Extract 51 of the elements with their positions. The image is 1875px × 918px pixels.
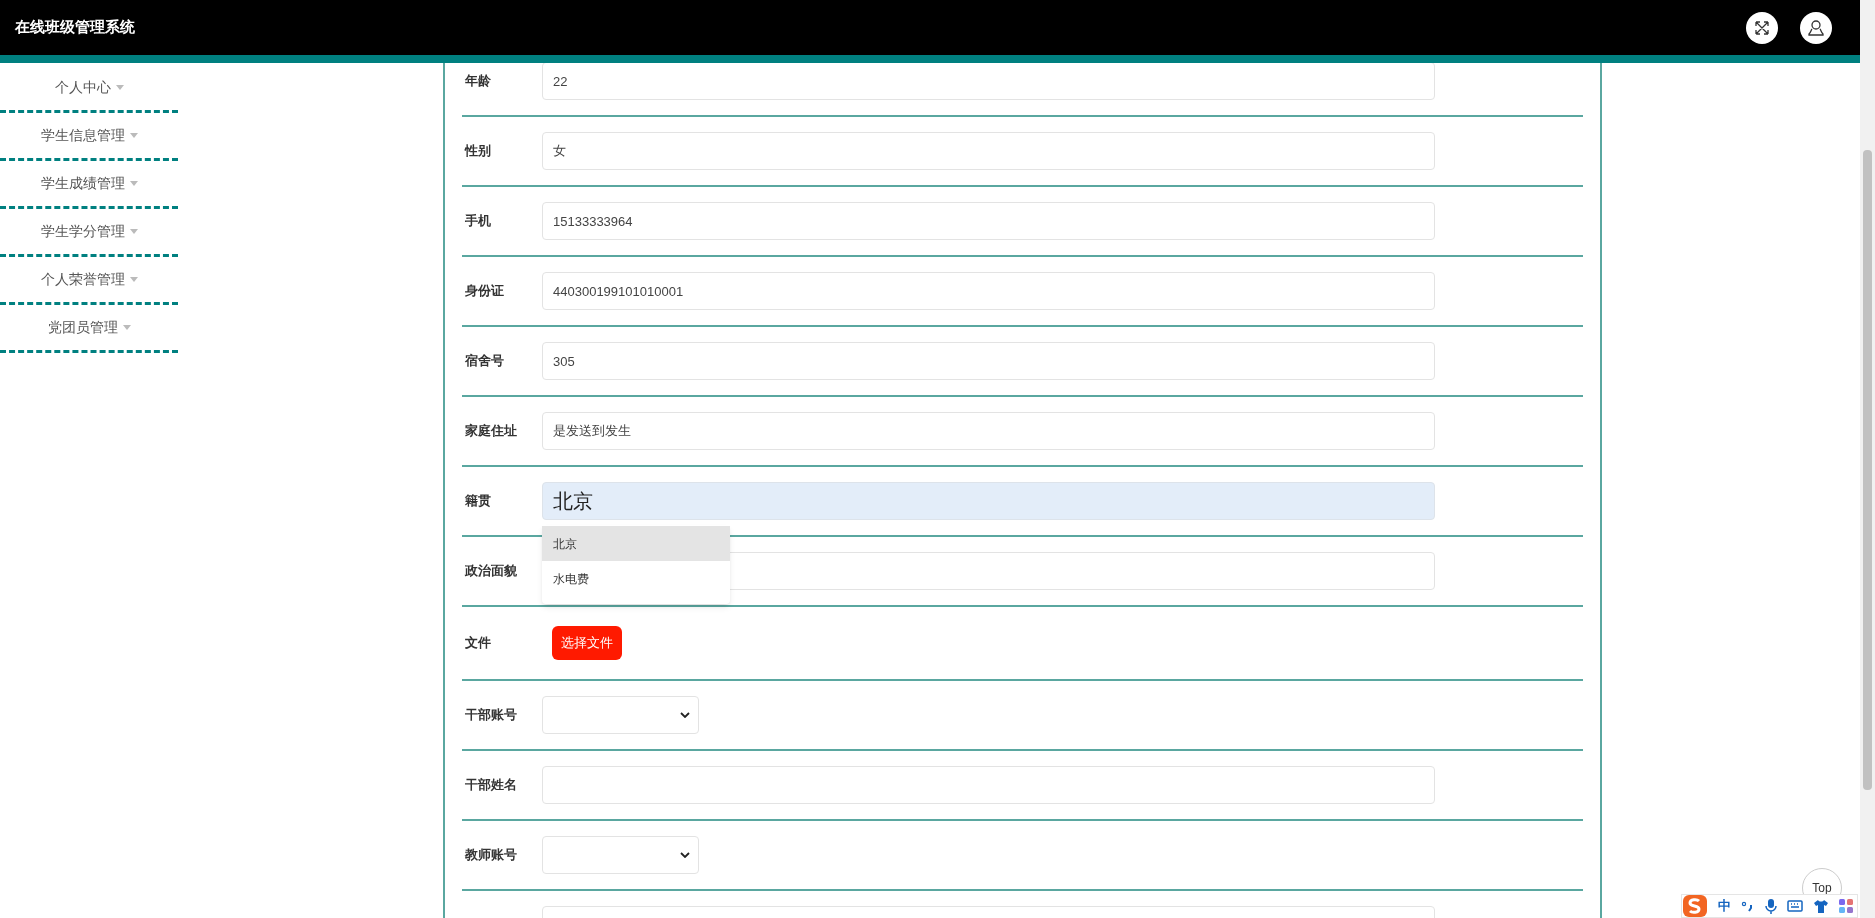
field-label: 身份证	[465, 282, 505, 301]
sidebar-menu-item[interactable]: 学生成绩管理	[0, 161, 178, 209]
sidebar-menu-item[interactable]: 党团员管理	[0, 305, 178, 353]
scrollbar[interactable]	[1860, 0, 1875, 918]
field-label: 家庭住址	[465, 422, 518, 441]
ime-mode[interactable]: 中	[1718, 896, 1731, 916]
shirt-icon[interactable]	[1813, 899, 1829, 913]
sidebar-menu-item[interactable]: 个人中心	[0, 65, 178, 113]
field-label: 性别	[465, 142, 492, 161]
chevron-down-icon	[680, 712, 690, 718]
field-label: 干部姓名	[465, 776, 518, 795]
sidebar-menu-item[interactable]: 个人荣誉管理	[0, 257, 178, 305]
sogou-logo-icon[interactable]	[1682, 894, 1708, 918]
caret-icon	[122, 325, 131, 330]
text-input[interactable]: 15133333964	[542, 202, 1435, 240]
caret-icon	[129, 277, 138, 282]
text-input[interactable]: 北京	[542, 482, 1435, 520]
field-label: 年龄	[465, 72, 492, 91]
text-input[interactable]: 女	[542, 132, 1435, 170]
sidebar-menu-item[interactable]: 学生学分管理	[0, 209, 178, 257]
user-button[interactable]	[1800, 11, 1832, 44]
text-input[interactable]: 是发送到发生	[542, 412, 1435, 450]
expand-arrows-icon	[1754, 19, 1770, 36]
microphone-icon[interactable]	[1765, 898, 1777, 914]
autocomplete-option[interactable]: 水电费	[542, 561, 730, 596]
choose-file-button[interactable]: 选择文件	[552, 626, 622, 660]
caret-icon	[115, 85, 124, 90]
text-input[interactable]: 440300199101010001	[542, 272, 1435, 310]
app-title: 在线班级管理系统	[15, 17, 135, 38]
user-icon	[1807, 18, 1825, 37]
field-label: 干部账号	[465, 706, 518, 725]
chevron-down-icon	[680, 852, 690, 858]
text-input[interactable]	[542, 766, 1435, 804]
field-label: 手机	[465, 212, 492, 231]
caret-icon	[129, 229, 138, 234]
field-label: 文件	[465, 634, 492, 653]
field-label: 教师账号	[465, 846, 518, 865]
fullscreen-button[interactable]	[1746, 11, 1778, 44]
caret-icon	[129, 181, 138, 186]
punctuation-icon[interactable]	[1741, 899, 1755, 913]
keyboard-icon[interactable]	[1787, 900, 1803, 912]
sidebar-menu-item[interactable]: 学生信息管理	[0, 113, 178, 161]
field-label: 籍贯	[465, 492, 492, 511]
autocomplete-option[interactable]: 北京	[542, 526, 730, 561]
field-label: 政治面貌	[465, 562, 518, 581]
scrollbar-thumb[interactable]	[1863, 150, 1872, 790]
text-input[interactable]: 305	[542, 342, 1435, 380]
caret-icon	[129, 133, 138, 138]
text-input[interactable]: 22	[542, 63, 1435, 100]
apps-grid-icon[interactable]	[1839, 899, 1853, 913]
field-label: 宿舍号	[465, 352, 505, 371]
